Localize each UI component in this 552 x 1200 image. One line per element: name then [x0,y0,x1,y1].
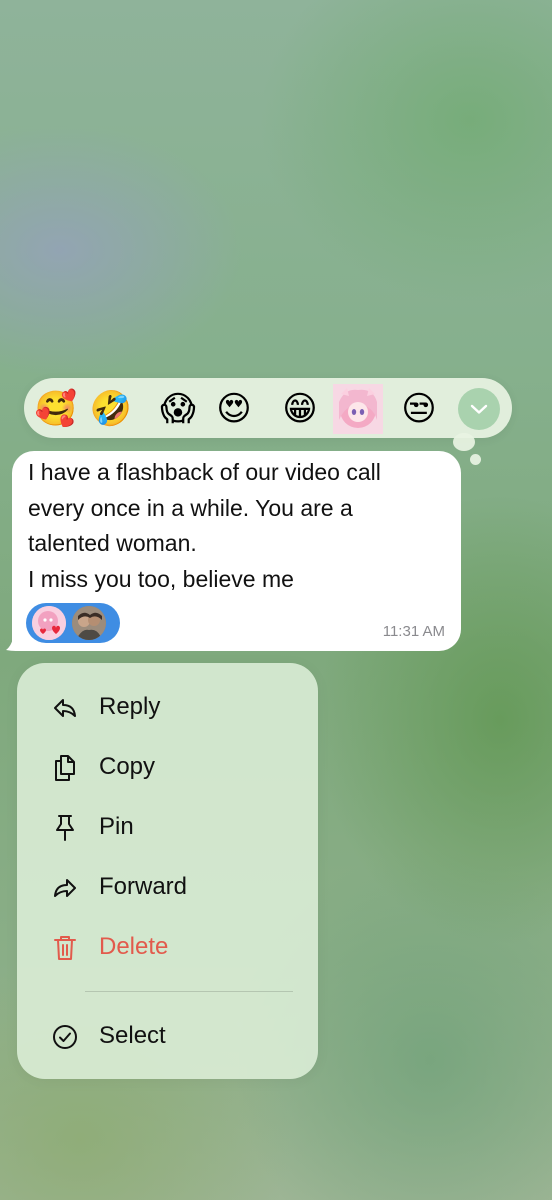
menu-item-pin[interactable]: Pin [17,801,318,853]
rolling-on-floor-laughing-icon[interactable]: 🤣 [88,386,134,432]
menu-divider [85,991,293,992]
beaming-face-icon[interactable]: 😁 [277,386,323,432]
reply-icon [51,694,79,722]
reaction-bar-tail-dot [470,454,481,465]
face-screaming-in-fear-icon[interactable]: 😱 [155,386,201,432]
menu-item-select[interactable]: Select [17,1010,318,1062]
copy-icon [51,754,79,782]
expand-reactions-button[interactable] [458,388,500,430]
unamused-face-icon[interactable]: 😒 [396,386,442,432]
trash-icon [51,934,79,962]
reaction-sticker-avatar [32,606,66,640]
chat-screen-background: 🥰 🤣 😱 😍 😁 😒 I have a flashback of our vi… [0,0,552,1200]
menu-item-forward[interactable]: Forward [17,861,318,913]
message-text: I have a flashback of our video call eve… [28,459,381,592]
reaction-bar-tail [453,433,475,451]
menu-item-label: Delete [99,933,169,960]
smiling-face-with-hearts-icon[interactable]: 🥰 [33,386,79,432]
message-timestamp: 11:31 AM [382,623,445,640]
pin-icon [51,814,79,842]
menu-item-label: Copy [99,753,156,780]
message-reactions[interactable] [26,603,120,643]
message-bubble[interactable]: I have a flashback of our video call eve… [12,451,461,651]
menu-item-delete[interactable]: Delete [17,921,318,973]
menu-item-reply[interactable]: Reply [17,681,318,733]
heart-eyes-icon[interactable]: 😍 [211,386,257,432]
menu-item-copy[interactable]: Copy [17,741,318,793]
reaction-bar: 🥰 🤣 😱 😍 😁 😒 [24,378,512,438]
anime-sticker-icon[interactable] [333,384,383,434]
context-menu: Reply Copy Pin Forward Delete Select [17,663,318,1079]
reaction-user-avatar [72,606,106,640]
forward-icon [51,874,79,902]
menu-item-label: Select [99,1022,166,1049]
menu-item-label: Forward [99,873,188,900]
chevron-down-icon [470,404,488,414]
menu-item-label: Reply [99,693,161,720]
checkmark-circle-icon [51,1023,79,1051]
menu-item-label: Pin [99,813,134,840]
